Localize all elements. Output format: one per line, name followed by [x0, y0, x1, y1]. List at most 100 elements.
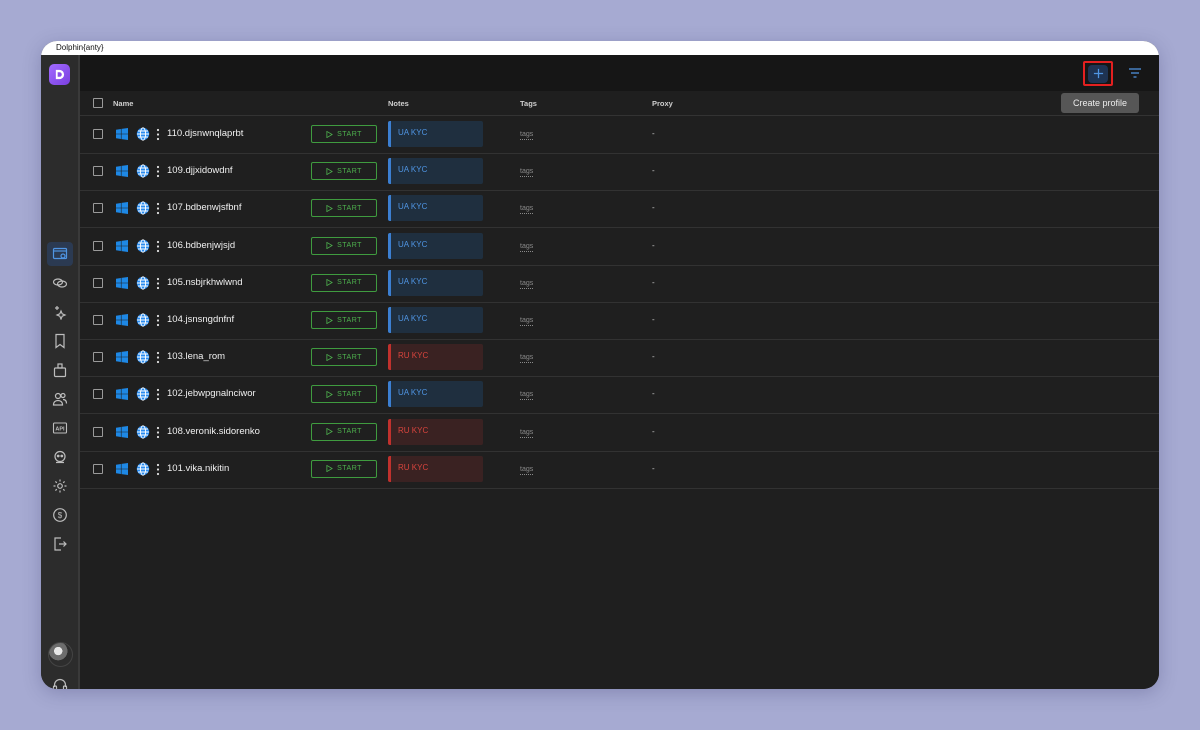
filter-icon[interactable] — [1127, 65, 1143, 81]
row-checkbox[interactable] — [93, 203, 103, 214]
start-button[interactable]: START — [311, 199, 377, 218]
start-button[interactable]: START — [311, 125, 377, 143]
profile-name[interactable]: 109.djjxidowdnf — [167, 165, 269, 177]
globe-icon — [136, 350, 150, 364]
profile-name[interactable]: 101.vika.nikitin — [167, 463, 269, 475]
support-button[interactable] — [47, 673, 73, 689]
column-tags-header[interactable]: Tags — [520, 99, 537, 108]
note-badge[interactable]: RU KYC — [388, 418, 483, 445]
note-badge[interactable]: RU KYC — [388, 344, 483, 371]
row-checkbox[interactable] — [93, 463, 103, 474]
note-badge[interactable]: UA KYC — [388, 158, 483, 185]
column-proxy-header[interactable]: Proxy — [652, 99, 673, 108]
tags-cell[interactable]: tags — [520, 243, 534, 252]
more-options-icon[interactable] — [155, 240, 161, 253]
tags-cell[interactable]: tags — [520, 466, 534, 475]
tags-cell[interactable]: tags — [520, 429, 534, 438]
table-row[interactable]: 102.jebwpgnalnciwor START UA KYC tags - — [80, 376, 1159, 415]
sidebar-item-api[interactable]: API — [47, 416, 73, 440]
table-row[interactable]: 109.djjxidowdnf START UA KYC tags - — [80, 153, 1159, 192]
proxy-cell: - — [652, 352, 655, 362]
note-badge[interactable]: UA KYC — [388, 307, 483, 333]
note-badge[interactable]: RU KYC — [388, 455, 483, 482]
start-button[interactable]: START — [311, 273, 377, 292]
more-options-icon[interactable] — [155, 165, 161, 178]
sidebar-item-automation[interactable] — [47, 300, 73, 324]
avatar[interactable] — [48, 642, 73, 667]
table-row[interactable]: 110.djsnwnqlaprbt START UA KYC tags - — [80, 116, 1159, 154]
more-options-icon[interactable] — [155, 314, 161, 327]
more-options-icon[interactable] — [155, 463, 161, 476]
tags-cell[interactable]: tags — [520, 354, 534, 364]
more-options-icon[interactable] — [155, 426, 161, 439]
profile-name[interactable]: 106.bdbenjwjsjd — [167, 240, 269, 252]
more-options-icon[interactable] — [155, 351, 161, 364]
note-badge[interactable]: UA KYC — [388, 381, 483, 408]
note-badge[interactable]: UA KYC — [388, 195, 483, 222]
more-options-icon[interactable] — [155, 388, 161, 401]
tags-cell[interactable]: tags — [520, 168, 534, 178]
proxy-icon — [52, 278, 68, 288]
sidebar-item-logout[interactable] — [47, 532, 73, 556]
start-button[interactable]: START — [311, 236, 377, 255]
profile-name[interactable]: 102.jebwpgnalnciwor — [167, 388, 269, 400]
row-checkbox[interactable] — [93, 166, 103, 177]
sidebar-item-settings[interactable] — [47, 474, 73, 498]
more-options-icon[interactable] — [155, 202, 161, 215]
sidebar-item-proxy[interactable] — [47, 271, 73, 295]
row-checkbox[interactable] — [93, 129, 103, 139]
table-row[interactable]: 106.bdbenjwjsjd START UA KYC tags - — [80, 228, 1159, 266]
start-button[interactable]: START — [311, 422, 377, 441]
row-checkbox[interactable] — [93, 240, 103, 251]
note-badge[interactable]: UA KYC — [388, 269, 483, 296]
tags-cell[interactable]: tags — [520, 131, 534, 140]
select-all-checkbox[interactable] — [93, 98, 103, 108]
create-profile-button[interactable] — [1083, 61, 1113, 86]
more-options-icon[interactable] — [155, 277, 161, 290]
start-button[interactable]: START — [311, 385, 377, 404]
start-label: START — [337, 167, 362, 175]
sidebar-item-users[interactable] — [47, 387, 73, 411]
table-row[interactable]: 108.veronik.sidorenko START RU KYC tags … — [80, 414, 1159, 452]
proxy-cell: - — [652, 389, 655, 399]
sidebar-item-bookmarks[interactable] — [47, 329, 73, 353]
start-button[interactable]: START — [311, 348, 377, 367]
row-checkbox[interactable] — [93, 315, 103, 325]
start-button[interactable]: START — [311, 162, 377, 181]
row-checkbox[interactable] — [93, 389, 103, 400]
table-row[interactable]: 101.vika.nikitin START RU KYC tags - — [80, 451, 1159, 489]
tags-cell[interactable]: tags — [520, 317, 534, 326]
sidebar-item-billing[interactable]: $ — [47, 503, 73, 527]
start-label: START — [337, 428, 362, 436]
start-button[interactable]: START — [311, 459, 377, 478]
sidebar: API $ — [41, 55, 78, 689]
tags-cell[interactable]: tags — [520, 205, 534, 215]
sidebar-item-robot[interactable] — [47, 445, 73, 469]
profile-name[interactable]: 104.jsnsngdnfnf — [167, 314, 269, 326]
tags-cell[interactable]: tags — [520, 280, 534, 289]
dolphin-logo[interactable] — [49, 64, 70, 85]
sidebar-item-extensions[interactable] — [47, 358, 73, 382]
profile-name[interactable]: 103.lena_rom — [167, 351, 269, 363]
table-row[interactable]: 105.nsbjrkhwlwnd START UA KYC tags - — [80, 265, 1159, 303]
table-row[interactable]: 103.lena_rom START RU KYC tags - — [80, 339, 1159, 378]
profile-name[interactable]: 108.veronik.sidorenko — [167, 426, 269, 438]
row-checkbox[interactable] — [93, 352, 103, 363]
start-button[interactable]: START — [311, 311, 377, 329]
column-name-header[interactable]: Name — [113, 99, 133, 108]
profile-name[interactable]: 105.nsbjrkhwlwnd — [167, 277, 269, 289]
row-checkbox[interactable] — [93, 426, 103, 437]
note-badge[interactable]: UA KYC — [388, 121, 483, 147]
tags-cell[interactable]: tags — [520, 391, 534, 401]
profile-name[interactable]: 107.bdbenwjsfbnf — [167, 202, 269, 214]
table-row[interactable]: 104.jsnsngdnfnf START UA KYC tags - — [80, 302, 1159, 340]
more-options-icon[interactable] — [155, 128, 161, 141]
table-row[interactable]: 107.bdbenwjsfbnf START UA KYC tags - — [80, 190, 1159, 229]
sidebar-item-browser-profiles[interactable] — [47, 242, 73, 266]
svg-text:$: $ — [58, 511, 63, 520]
note-badge[interactable]: UA KYC — [388, 232, 483, 259]
column-notes-header[interactable]: Notes — [388, 99, 409, 108]
globe-icon — [136, 276, 150, 290]
row-checkbox[interactable] — [93, 277, 103, 288]
profile-name[interactable]: 110.djsnwnqlaprbt — [167, 128, 269, 140]
